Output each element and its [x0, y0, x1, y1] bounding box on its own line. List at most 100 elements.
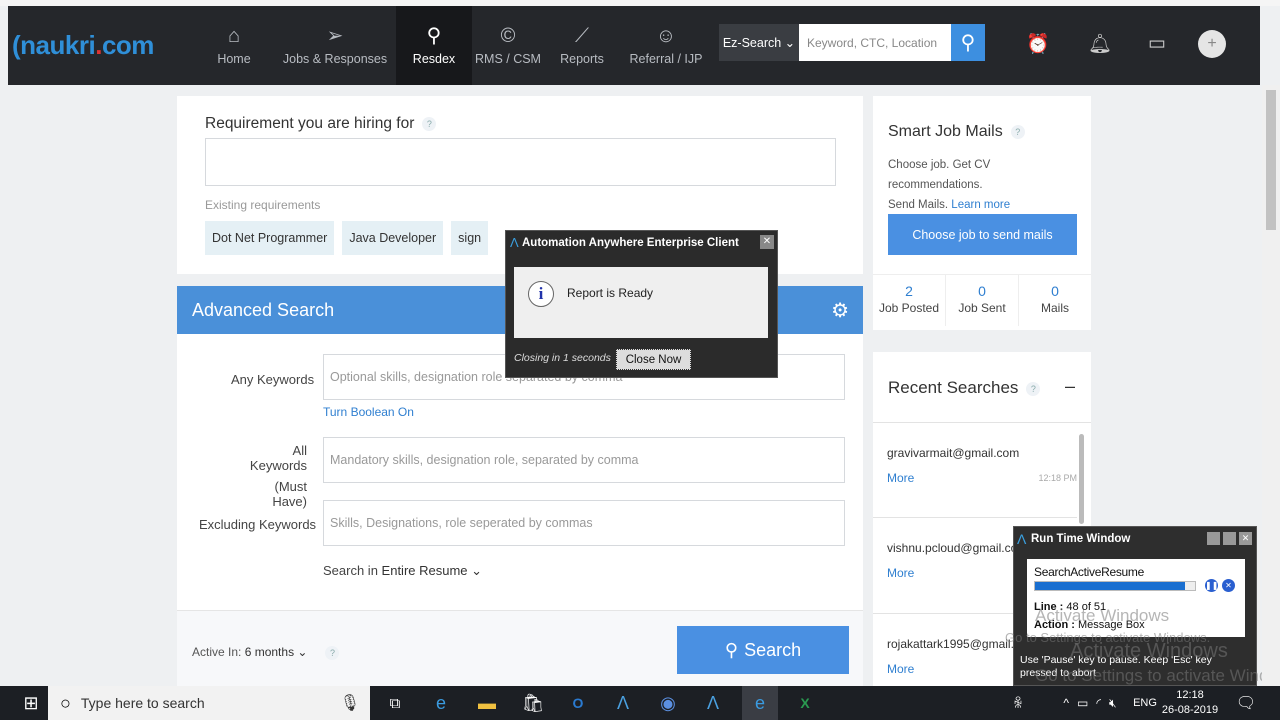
close-icon[interactable]: ✕ [760, 235, 774, 249]
people-icon[interactable]: ꆜ [1006, 686, 1030, 720]
minimize-icon[interactable] [1207, 532, 1220, 545]
requirement-chip[interactable]: Java Developer [342, 221, 444, 255]
excluding-keywords-input[interactable]: Skills, Designations, role seperated by … [323, 500, 845, 546]
avatar[interactable]: + [1198, 30, 1226, 58]
smart-stats: 2 Job Posted 0 Job Sent 0 Mails [873, 274, 1091, 326]
chevron-up-icon[interactable]: ^ [1063, 696, 1069, 710]
excel-icon[interactable]: X [790, 686, 820, 720]
all-keywords-input[interactable]: Mandatory skills, designation role, sepa… [323, 437, 845, 483]
collapse-button[interactable]: – [1065, 376, 1075, 397]
automation-anywhere-icon: Λ [1017, 531, 1027, 547]
search-button[interactable]: ⚲ [951, 24, 985, 61]
system-tray[interactable]: ^ ▭ ◜ 🔇︎ [1040, 686, 1140, 720]
gear-icon[interactable]: ⚙ [831, 298, 849, 323]
help-icon[interactable]: ? [1010, 124, 1025, 139]
wifi-icon[interactable]: ◜ [1096, 696, 1101, 710]
outlook-icon[interactable]: O [563, 686, 593, 720]
internet-explorer-icon[interactable]: e [742, 686, 778, 720]
stat-job-posted[interactable]: 2 Job Posted [873, 275, 946, 326]
requirement-chip[interactable]: sign [451, 221, 489, 255]
close-now-button[interactable]: Close Now [616, 349, 691, 370]
learn-more-link[interactable]: Learn more [951, 199, 1010, 211]
copyright-icon: © [500, 24, 516, 47]
clock[interactable]: 12:18 26-08-2019 [1160, 688, 1220, 718]
stat-mails[interactable]: 0 Mails [1019, 275, 1091, 326]
more-link[interactable]: More [887, 662, 914, 676]
active-in-dropdown[interactable]: 6 months ⌄ [245, 645, 308, 659]
search-submit-button[interactable]: ⚲ Search [677, 626, 849, 674]
taskbar-search[interactable]: ○ Type here to search 🎙︎ [48, 686, 370, 720]
recent-item[interactable]: gravivarmait@gmail.com More 12:18 PM [873, 424, 1077, 518]
recent-searches-title: Recent Searches [888, 378, 1019, 397]
automation-anywhere-icon[interactable]: Λ [608, 686, 638, 720]
scrollbar[interactable] [1079, 434, 1084, 524]
automation-anywhere-icon[interactable]: Λ [698, 686, 728, 720]
search-footer: Active In: 6 months ⌄? ⚲ Search [177, 610, 863, 686]
naukri-logo[interactable]: (naukri.com [12, 30, 154, 61]
chat-icon[interactable]: ▭ [1148, 32, 1166, 55]
file-explorer-icon[interactable]: ▬ [472, 686, 502, 720]
nav-resdex[interactable]: ⚲ Resdex [396, 6, 472, 85]
ez-search-dropdown[interactable]: Ez-Search ⌄ [719, 24, 799, 61]
page-scrollbar[interactable] [1262, 85, 1280, 686]
chart-line-icon: ⟋ [575, 24, 589, 47]
requirement-input[interactable] [205, 138, 836, 186]
stop-icon[interactable]: ✕ [1222, 579, 1235, 592]
search-in-label: Search in [323, 563, 378, 578]
nav-referral-ijp[interactable]: ☺ Referral / IJP [624, 6, 708, 85]
smart-desc: Choose job. Get CV recommendations. [888, 159, 991, 191]
nav-reports[interactable]: ⟋ Reports [554, 6, 610, 85]
must-have-label: (Must Have) [272, 479, 307, 509]
progress-bar [1034, 581, 1196, 591]
keyword-search-input[interactable]: Keyword, CTC, Location [799, 24, 951, 61]
requirement-chips: Dot Net Programmer Java Developer sign [205, 221, 489, 255]
windows-start-icon[interactable]: ⊞ [14, 686, 48, 720]
close-icon[interactable]: ✕ [1239, 532, 1252, 545]
volume-muted-icon[interactable]: 🔇︎ [1109, 696, 1117, 711]
choose-job-button[interactable]: Choose job to send mails [888, 214, 1077, 255]
more-link[interactable]: More [887, 471, 914, 485]
home-icon: ⌂ [227, 24, 241, 47]
smart-job-mails-card: Smart Job Mails? Choose job. Get CV reco… [873, 96, 1091, 330]
maximize-icon[interactable] [1223, 532, 1236, 545]
requirement-chip[interactable]: Dot Net Programmer [205, 221, 335, 255]
dialog-title: Automation Anywhere Enterprise Client [522, 237, 739, 249]
progress-fill [1035, 582, 1186, 590]
battery-icon[interactable]: ▭ [1077, 696, 1088, 710]
nav-jobs-responses[interactable]: ➢ Jobs & Responses [280, 6, 390, 85]
report-ready-dialog: Λ Automation Anywhere Enterprise Client … [505, 230, 778, 378]
smart-job-mails-title: Smart Job Mails [888, 123, 1003, 140]
search-circle-icon: ○ [60, 692, 71, 713]
alarm-clock-icon[interactable]: ⏰ [1026, 32, 1050, 56]
activate-windows-watermark: Activate Windows [1070, 640, 1228, 662]
more-link[interactable]: More [887, 566, 914, 580]
closing-countdown: Closing in 1 seconds [514, 352, 611, 364]
turn-boolean-on-link[interactable]: Turn Boolean On [323, 405, 414, 419]
users-icon: ☺ [655, 24, 677, 47]
excluding-keywords-label: Excluding Keywords [199, 517, 317, 532]
help-icon[interactable]: ? [1026, 381, 1041, 396]
pause-icon[interactable]: ❚❚ [1205, 579, 1218, 592]
help-icon[interactable]: ? [422, 116, 437, 131]
search-icon: ⚲ [960, 32, 976, 54]
notifications-icon[interactable]: 🗨︎ [1232, 686, 1260, 720]
nav-rms-csm[interactable]: © RMS / CSM [474, 6, 542, 85]
help-icon[interactable]: ? [325, 645, 340, 660]
edge-icon[interactable]: e [426, 686, 456, 720]
existing-requirements-label: Existing requirements [205, 198, 321, 212]
task-view-icon[interactable]: ⧉ [380, 686, 410, 720]
bell-icon[interactable]: 🔔︎ [1088, 32, 1112, 56]
requirement-title: Requirement you are hiring for [205, 115, 415, 132]
automation-anywhere-icon: Λ [510, 235, 519, 250]
chrome-icon[interactable]: ◉ [653, 686, 683, 720]
nav-home[interactable]: ⌂ Home [206, 6, 262, 85]
search-in-dropdown[interactable]: Entire Resume ⌄ [382, 563, 482, 578]
all-keywords-label: All Keywords [249, 443, 307, 473]
active-in-label: Active In: [192, 645, 242, 659]
microphone-icon[interactable]: 🎙︎ [340, 693, 360, 713]
stat-job-sent[interactable]: 0 Job Sent [946, 275, 1019, 326]
activate-windows-watermark: Activate Windows [1035, 606, 1170, 625]
store-icon[interactable]: 🛍︎ [518, 686, 548, 720]
any-keywords-label: Any Keywords [231, 372, 315, 387]
language-indicator[interactable]: ENG [1130, 686, 1160, 720]
